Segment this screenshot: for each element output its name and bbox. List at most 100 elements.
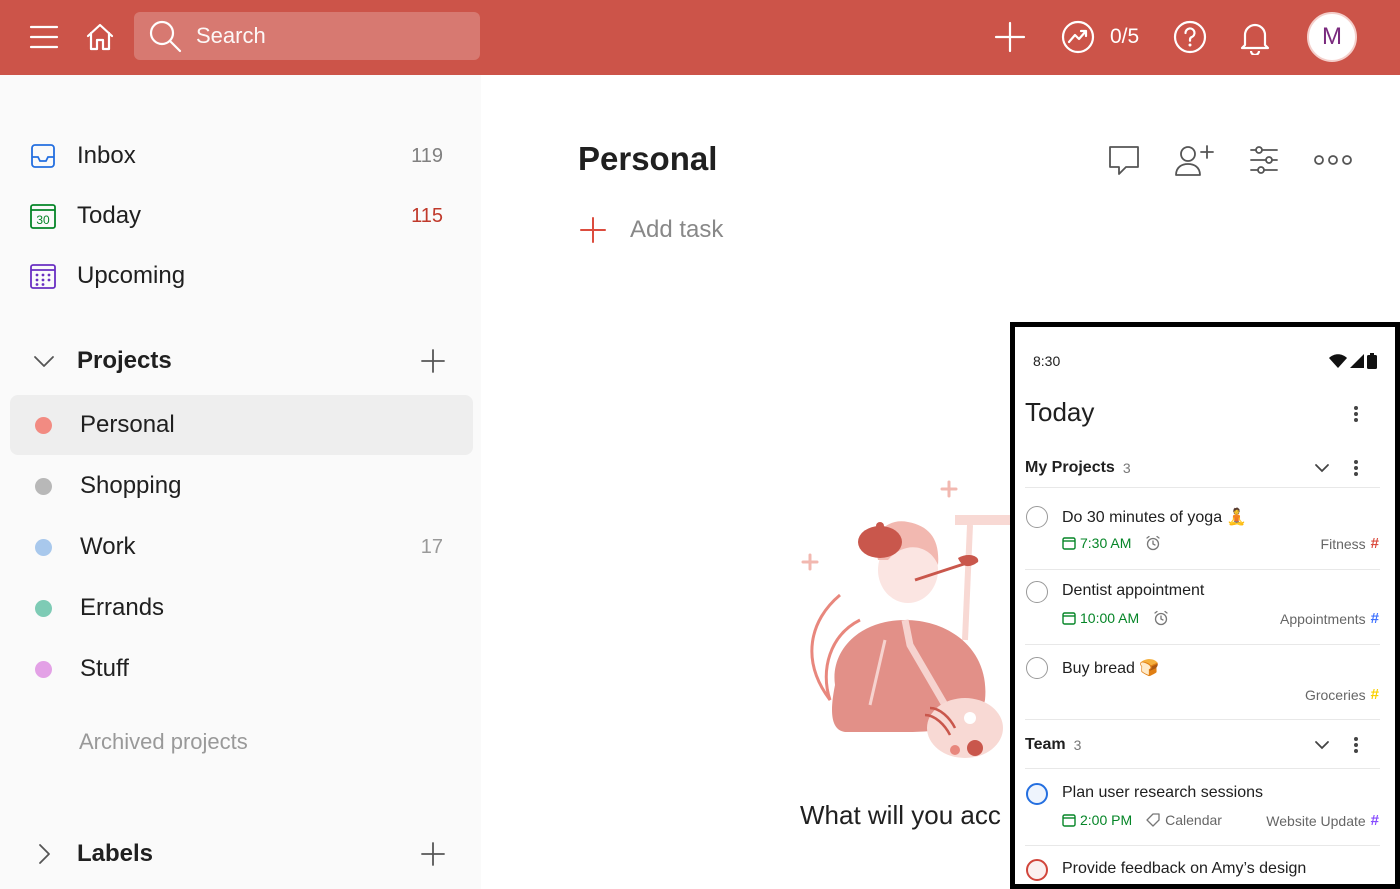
divider [1025,719,1380,720]
task-title: Do 30 minutes of yoga 🧘 [1062,509,1247,526]
hash-icon: # [1370,686,1379,703]
chevron-right-icon[interactable] [32,842,56,866]
sidebar-item-upcoming[interactable]: Upcoming [10,249,473,303]
project-label: Shopping [80,472,182,499]
task-checkbox[interactable] [1026,506,1048,528]
search-placeholder: Search [196,23,266,48]
home-icon[interactable] [80,17,120,57]
plus-icon [580,217,606,243]
menu-icon[interactable] [24,17,64,57]
task-row[interactable]: Plan user research sessions 2:00 PM Cale… [1015,776,1395,846]
task-project: Groceries # [1305,686,1379,703]
task-time: 10:00 AM [1080,610,1140,626]
bell-icon[interactable] [1235,17,1275,57]
battery-icon [1367,353,1377,369]
quick-add-icon[interactable] [990,17,1030,57]
section-title: Team [1025,736,1066,753]
add-task-label: Add task [630,216,724,243]
projects-section-header[interactable]: Projects [10,336,473,386]
signal-icon [1350,354,1364,368]
help-icon[interactable] [1170,17,1210,57]
add-label-icon[interactable] [419,840,447,868]
sidebar-item-errands[interactable]: Errands [10,578,473,638]
chevron-down-icon[interactable] [32,349,56,373]
label-tag-icon [1146,813,1160,827]
hash-icon: # [1370,535,1379,552]
search-input[interactable]: Search [134,12,480,60]
task-title: Buy bread 🍞 [1062,660,1160,677]
phone-section-header[interactable]: Team 3 [1025,730,1380,760]
comment-icon[interactable] [1104,140,1144,180]
project-color-dot [35,660,52,678]
task-row[interactable]: Do 30 minutes of yoga 🧘 7:30 AM Fitness … [1015,499,1395,569]
phone-preview: 8:30 Today My Projects 3 Do 30 minutes o… [1010,322,1400,889]
today-count: 115 [411,204,443,227]
project-label: Personal [80,411,175,438]
calendar-icon [1062,612,1076,625]
sidebar-item-personal[interactable]: Personal [10,395,473,455]
section-count: 3 [1122,460,1131,476]
task-row[interactable]: Provide feedback on Amy’s design [1015,852,1395,884]
project-label: Work [80,533,136,560]
labels-section-header[interactable]: Labels [10,829,473,879]
filter-options-icon[interactable] [1244,140,1284,180]
more-options-icon[interactable] [1313,140,1353,180]
inbox-count: 119 [411,144,443,167]
phone-section-header[interactable]: My Projects 3 [1025,453,1380,483]
divider [1025,569,1380,570]
more-vertical-icon[interactable] [1346,733,1366,757]
sidebar-item-inbox[interactable]: Inbox 119 [10,129,473,183]
avatar[interactable]: M [1307,12,1357,62]
empty-state-text: What will you acc [800,800,1001,830]
calendar-icon [1062,814,1076,827]
today-day-number: 30 [36,213,50,227]
hash-icon: # [1370,812,1379,829]
task-title: Provide feedback on Amy’s design [1062,860,1307,877]
task-meta: 10:00 AM [1062,610,1169,626]
inbox-icon [28,141,58,171]
section-title: My Projects [1025,459,1115,476]
section-count: 3 [1073,737,1082,753]
archived-projects-link[interactable]: Archived projects [79,729,248,755]
top-bar: Search 0/5 M [0,0,1400,75]
sidebar-item-label: Inbox [77,142,136,169]
chevron-down-icon[interactable] [1312,458,1332,478]
project-color-dot [35,416,52,434]
project-label: Stuff [80,655,129,682]
sidebar: Inbox 119 30 Today 115 Upcoming Projects… [0,75,481,889]
share-icon[interactable] [1174,140,1214,180]
task-checkbox[interactable] [1026,859,1048,881]
calendar-today-icon: 30 [28,201,58,231]
more-vertical-icon[interactable] [1346,456,1366,480]
divider [1025,768,1380,769]
sidebar-item-label: Upcoming [77,262,186,289]
project-label: Errands [80,594,165,621]
task-checkbox[interactable] [1026,783,1048,805]
sidebar-item-shopping[interactable]: Shopping [10,456,473,516]
calendar-icon [1062,537,1076,550]
karma-count: 0/5 [1110,25,1140,48]
task-title: Plan user research sessions [1062,784,1263,801]
task-checkbox[interactable] [1026,657,1048,679]
projects-title: Projects [77,347,172,374]
productivity-icon [1061,20,1095,54]
alarm-icon [1154,610,1168,626]
more-vertical-icon[interactable] [1346,402,1366,426]
calendar-grid-icon [28,261,58,291]
sidebar-item-work[interactable]: Work 17 [10,517,473,577]
task-row[interactable]: Buy bread 🍞 Groceries # [1015,650,1395,720]
divider [1025,845,1380,846]
chevron-down-icon[interactable] [1312,735,1332,755]
sidebar-item-stuff[interactable]: Stuff [10,639,473,699]
add-task-button[interactable]: Add task [578,212,723,248]
task-checkbox[interactable] [1026,581,1048,603]
sidebar-item-today[interactable]: 30 Today 115 [10,189,473,243]
add-project-icon[interactable] [419,347,447,375]
productivity-button[interactable]: 0/5 [1060,17,1139,57]
task-meta: 7:30 AM [1062,535,1161,551]
task-project: Fitness # [1321,535,1379,552]
task-project-name: Appointments [1280,610,1366,627]
task-row[interactable]: Dentist appointment 10:00 AM Appointment… [1015,574,1395,644]
task-label: Calendar [1165,812,1222,828]
task-time: 2:00 PM [1080,812,1133,828]
